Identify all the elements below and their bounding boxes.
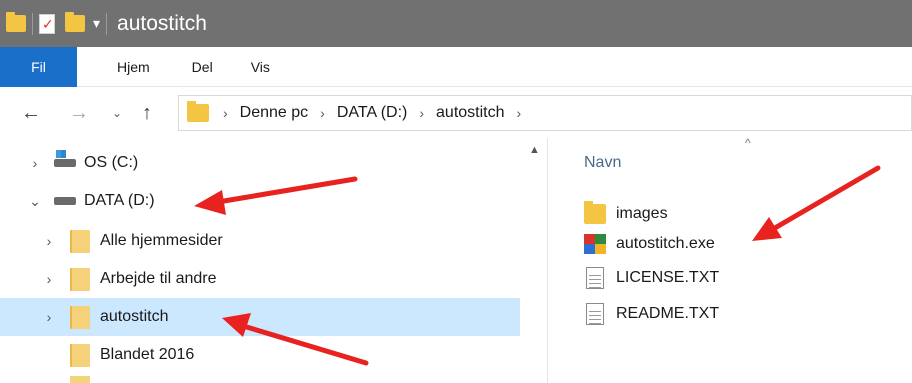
chevron-down-icon[interactable]: ⌄ xyxy=(26,193,44,210)
tree-item-label: DATA (D:) xyxy=(84,192,155,209)
file-name: autostitch.exe xyxy=(616,235,715,252)
file-name: images xyxy=(616,205,668,222)
folder-icon xyxy=(70,343,90,367)
breadcrumb-autostitch[interactable]: autostitch xyxy=(436,104,504,122)
breadcrumb-data-drive[interactable]: DATA (D:) xyxy=(337,104,408,122)
quick-access-toolbar: ▾ xyxy=(6,12,113,35)
breadcrumb-separator[interactable]: › xyxy=(419,105,424,121)
ribbon-tabs: Fil Hjem Del Vis xyxy=(0,46,912,87)
tree-item-label: Alle hjemmesider xyxy=(100,232,223,249)
tree-item-label: Arbejde til andre xyxy=(100,270,217,287)
tree-item-arbejde-til-andre[interactable]: › Arbejde til andre xyxy=(0,260,520,298)
window-title: autostitch xyxy=(117,11,207,35)
navigation-scrollbar[interactable]: ▲ xyxy=(520,138,548,383)
os-drive-icon xyxy=(54,150,76,167)
tab-file[interactable]: Fil xyxy=(0,46,77,87)
chevron-right-icon[interactable]: › xyxy=(40,233,58,249)
folder-icon xyxy=(70,376,90,383)
address-row: ← → ⌄ ↑ › Denne pc › DATA (D:) › autosti… xyxy=(0,88,912,138)
tree-item-autostitch[interactable]: › autostitch xyxy=(0,298,520,336)
breadcrumb-separator[interactable]: › xyxy=(517,105,522,121)
text-file-icon xyxy=(586,267,604,289)
file-name: README.TXT xyxy=(616,305,720,322)
tab-home[interactable]: Hjem xyxy=(77,47,170,87)
sort-ascending-icon: ^ xyxy=(745,136,751,150)
tree-item-label: OS (C:) xyxy=(84,154,139,171)
text-file-icon xyxy=(586,303,604,325)
tree-item-os-drive[interactable]: › OS (C:) xyxy=(0,144,520,182)
toolbar-divider xyxy=(32,12,33,35)
recent-locations-button[interactable]: ⌄ xyxy=(104,106,130,120)
scroll-up-icon[interactable]: ▲ xyxy=(529,144,540,156)
title-bar: ▾ autostitch xyxy=(0,0,912,47)
breadcrumb-separator[interactable]: › xyxy=(320,105,325,121)
folder-icon xyxy=(6,12,26,32)
address-bar[interactable]: › Denne pc › DATA (D:) › autostitch › xyxy=(178,95,912,131)
dropdown-icon[interactable]: ▾ xyxy=(93,15,100,32)
back-button[interactable]: ← xyxy=(14,102,48,125)
toolbar-divider xyxy=(106,12,108,35)
file-item-autostitch-exe[interactable]: autostitch.exe xyxy=(584,230,715,258)
exe-icon xyxy=(584,234,606,254)
tree-item-alle-hjemmesider[interactable]: › Alle hjemmesider xyxy=(0,222,520,260)
tree-item-data-drive[interactable]: ⌄ DATA (D:) xyxy=(0,182,520,220)
tree-item-label: Blandet 2016 xyxy=(100,346,195,363)
file-list: ^ Navn images autostitch.exe LICENSE.TXT… xyxy=(548,136,912,383)
tab-share[interactable]: Del xyxy=(170,47,233,87)
up-button[interactable]: ↑ xyxy=(130,102,164,125)
tree-item-label: autostitch xyxy=(100,308,169,325)
properties-icon[interactable] xyxy=(39,13,55,34)
file-item-readme-txt[interactable]: README.TXT xyxy=(584,300,719,328)
navigation-pane: › OS (C:) ⌄ DATA (D:) › Alle hjemmesider… xyxy=(0,138,548,383)
column-header-name[interactable]: Navn xyxy=(584,154,621,172)
drive-icon xyxy=(54,197,76,205)
folder-icon xyxy=(70,267,90,291)
folder-icon xyxy=(187,101,209,122)
file-item-license-txt[interactable]: LICENSE.TXT xyxy=(584,264,719,292)
chevron-right-icon[interactable]: › xyxy=(40,309,58,325)
tree-item-blandet-2016[interactable]: Blandet 2016 xyxy=(0,336,520,374)
folder-icon xyxy=(70,229,90,253)
chevron-right-icon[interactable]: › xyxy=(40,271,58,287)
chevron-right-icon[interactable]: › xyxy=(26,155,44,171)
forward-button[interactable]: → xyxy=(62,102,96,125)
new-folder-icon[interactable] xyxy=(65,12,85,32)
breadcrumb-this-pc[interactable]: Denne pc xyxy=(240,104,309,122)
file-item-images[interactable]: images xyxy=(584,200,668,228)
folder-icon xyxy=(70,305,90,329)
tab-view[interactable]: Vis xyxy=(233,47,290,87)
file-name: LICENSE.TXT xyxy=(616,269,720,286)
breadcrumb-separator: › xyxy=(223,105,228,121)
folder-icon xyxy=(584,201,606,224)
